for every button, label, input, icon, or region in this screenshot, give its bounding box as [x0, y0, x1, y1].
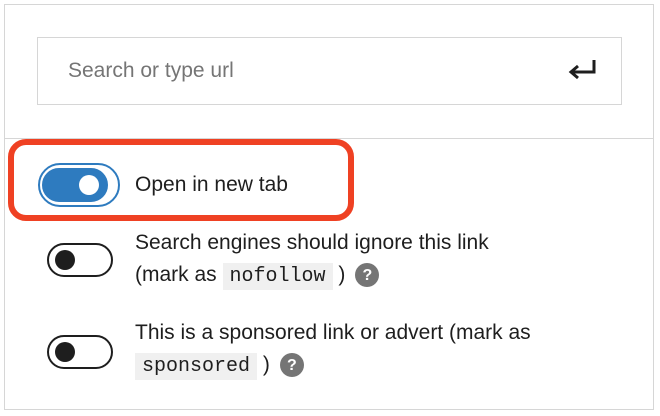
sponsored-toggle[interactable] [47, 335, 113, 369]
url-search-input[interactable] [38, 38, 545, 104]
nofollow-label-line1: Search engines should ignore this link [135, 231, 489, 254]
nofollow-label: Search engines should ignore this link (… [135, 228, 489, 291]
toggle-knob [79, 175, 99, 195]
divider [5, 138, 653, 139]
url-search-box [37, 37, 622, 105]
url-search-area [5, 5, 653, 138]
submit-link-button[interactable] [545, 38, 621, 104]
enter-arrow-icon [567, 58, 599, 85]
open-in-new-tab-toggle[interactable] [42, 168, 108, 202]
nofollow-toggle[interactable] [47, 243, 113, 277]
help-icon[interactable]: ? [355, 263, 380, 288]
sponsored-label: This is a sponsored link or advert (mark… [135, 318, 531, 381]
nofollow-label-mark-as: (mark as [135, 263, 223, 286]
nofollow-label-suffix: ) [332, 263, 346, 286]
toggle-knob [55, 250, 75, 270]
sponsored-keyword: sponsored [135, 353, 258, 380]
help-icon[interactable]: ? [279, 353, 304, 378]
toggle-knob [55, 342, 75, 362]
nofollow-keyword: nofollow [222, 263, 333, 290]
sponsored-label-suffix: ) [257, 353, 270, 376]
open-in-new-tab-label: Open in new tab [135, 173, 288, 196]
sponsored-label-line1: This is a sponsored link or advert (mark… [135, 321, 531, 344]
